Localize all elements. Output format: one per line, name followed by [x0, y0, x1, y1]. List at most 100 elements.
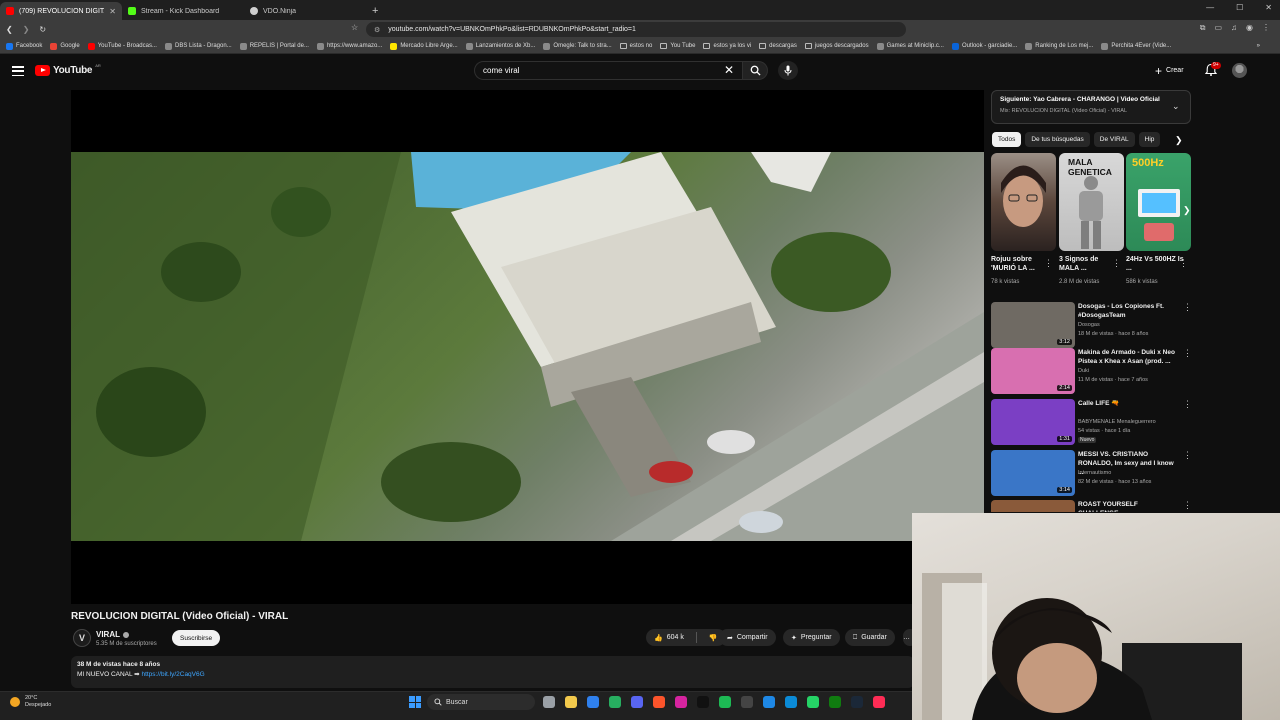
hamburger-menu-icon[interactable] [12, 66, 24, 76]
profile-icon[interactable]: ◉ [1246, 23, 1253, 33]
steam-icon[interactable] [851, 696, 863, 708]
voice-search-button[interactable] [778, 61, 798, 80]
short-thumbnail[interactable]: 500Hz [1126, 153, 1191, 251]
chevron-down-icon[interactable]: ⌄ [1172, 101, 1180, 112]
clear-search-icon[interactable]: ✕ [724, 63, 734, 77]
video-title[interactable]: Calle LIFE 🔫 [1078, 399, 1178, 408]
bookmark-item[interactable]: Ranking de Los mej... [1025, 42, 1093, 50]
recommended-video[interactable]: 1:31 Calle LIFE 🔫 BABYMENALE Menaleguerrer… [991, 399, 1191, 445]
maximize-icon[interactable]: ☐ [1236, 3, 1243, 12]
photos-icon[interactable] [763, 696, 775, 708]
bookmark-item[interactable]: YouTube - Broadcas... [87, 42, 157, 50]
discord-icon[interactable] [631, 696, 643, 708]
forward-icon[interactable]: ❯ [23, 25, 30, 34]
tab-youtube[interactable]: (709) REVOLUCION DIGITAL (Vid ✕ [0, 2, 122, 20]
sidebar-icon[interactable]: ▭ [1214, 23, 1222, 33]
up-next-panel[interactable]: Siguiente: Yao Cabrera - CHARANGO | Vide… [991, 90, 1191, 124]
more-options-icon[interactable]: ⋮ [1183, 302, 1191, 313]
new-tab-button[interactable]: + [372, 2, 378, 20]
bookmark-item[interactable]: Facebook [6, 42, 42, 50]
close-window-icon[interactable]: ✕ [1265, 3, 1272, 12]
video-thumbnail[interactable]: 2:14 [991, 348, 1075, 394]
search-button[interactable] [742, 61, 768, 80]
tiktok-icon[interactable] [697, 696, 709, 708]
bookmark-item[interactable]: Outlook - garciadie... [951, 42, 1017, 50]
bookmark-folder[interactable]: juegos descargados [804, 43, 869, 49]
address-bar[interactable]: ⚙ youtube.com/watch?v=UBNKOmPhkPo&list=R… [366, 22, 906, 37]
edge-icon[interactable] [785, 696, 797, 708]
search-input[interactable]: come viral [474, 61, 742, 80]
bookmark-star-icon[interactable]: ☆ [351, 23, 358, 32]
more-options-icon[interactable]: ⋮ [1183, 399, 1191, 410]
video-channel[interactable]: Internautismo [1078, 470, 1111, 476]
close-tab-icon[interactable]: ✕ [109, 7, 116, 16]
chip-de-tus-busquedas[interactable]: De tus búsquedas [1025, 132, 1090, 147]
bookmark-folder[interactable]: descargas [759, 43, 797, 49]
video-thumbnail[interactable]: 1:31 [991, 399, 1075, 445]
more-options-icon[interactable]: ⋮ [1044, 258, 1053, 269]
more-options-icon[interactable]: ⋮ [1112, 258, 1121, 269]
tab-vdo-ninja[interactable]: VDO.Ninja [244, 2, 366, 20]
bookmark-item[interactable]: Google [50, 42, 80, 50]
spotify-icon[interactable] [719, 696, 731, 708]
file-explorer-icon[interactable] [565, 696, 577, 708]
video-channel[interactable]: BABYMENALE Menaleguerrero [1078, 419, 1156, 425]
description-box[interactable]: 38 M de vistas hace 8 años MI NUEVO CANA… [71, 656, 914, 688]
bookmark-item[interactable]: Lanzamientos de Xb... [465, 42, 535, 50]
create-button[interactable]: + Crear [1155, 63, 1184, 78]
bookmark-item[interactable]: https://www.amazo... [316, 42, 382, 50]
short-title[interactable]: Rojuu sobre 'MURIÓ LA ... [991, 255, 1049, 273]
video-title[interactable]: Makina de Armado - Duki x Neo Pistea x K… [1078, 348, 1178, 366]
media-icon[interactable]: ♫ [1231, 23, 1237, 33]
video-thumbnail[interactable] [991, 500, 1075, 512]
windows-start-icon[interactable] [409, 696, 421, 708]
description-link[interactable]: https://bit.ly/2CaqV6G [141, 671, 204, 678]
obs-icon[interactable] [741, 696, 753, 708]
video-channel[interactable]: Duki [1078, 368, 1089, 374]
bookmark-folder[interactable]: estos ya los vi [703, 43, 751, 49]
more-options-icon[interactable]: ⋮ [1183, 450, 1191, 461]
short-title[interactable]: 24Hz Vs 500HZ Is ... [1126, 255, 1184, 273]
weather-widget[interactable]: 20°C Despejado [10, 695, 51, 709]
bookmark-item[interactable]: DBS Lista - Dragon... [164, 42, 232, 50]
store-icon[interactable] [587, 696, 599, 708]
video-thumbnail[interactable]: 3:14 [991, 450, 1075, 496]
recommended-video[interactable]: 3:14 MESSI VS. CRISTIANO RONALDO, Im sexy… [991, 450, 1191, 496]
subscribe-button[interactable]: Suscribirse [172, 630, 221, 646]
chip-hip[interactable]: Hip [1138, 132, 1161, 147]
channel-avatar[interactable]: V [73, 629, 91, 647]
site-info-icon[interactable]: ⚙ [374, 26, 380, 34]
save-button[interactable]: ⎕ Guardar [845, 629, 895, 646]
share-button[interactable]: ➦ Compartir [719, 629, 776, 646]
whatsapp-icon[interactable] [807, 696, 819, 708]
chevron-right-icon[interactable]: ❯ [1175, 135, 1183, 146]
video-thumbnail[interactable]: 3:12 [991, 302, 1075, 348]
video-title[interactable]: Dosogas - Los Copiones Ft. #DosogasTeam [1078, 302, 1178, 320]
menu-icon[interactable]: ⋮ [1262, 23, 1270, 33]
account-avatar[interactable] [1232, 63, 1247, 78]
recommended-video[interactable]: 2:14 Makina de Armado - Duki x Neo Pistea… [991, 348, 1191, 394]
taskbar-search[interactable]: Buscar [427, 694, 535, 710]
like-button[interactable]: 👍 604 k [646, 629, 692, 646]
extension-icon[interactable]: ⧉ [1200, 23, 1206, 33]
chevron-right-icon[interactable]: ❯ [1183, 205, 1191, 216]
brave-icon[interactable] [653, 696, 665, 708]
recommended-video[interactable]: ROAST YOURSELF CHALLENGE ⋮ [991, 500, 1191, 512]
task-view-icon[interactable] [543, 696, 555, 708]
short-thumbnail[interactable]: MALA GENETICA [1059, 153, 1124, 251]
more-bookmarks-icon[interactable]: » [1257, 43, 1280, 49]
minimize-icon[interactable]: — [1206, 3, 1214, 12]
short-title[interactable]: 3 Signos de MALA ... [1059, 255, 1117, 273]
more-options-icon[interactable]: ⋮ [1179, 258, 1188, 269]
bookmark-item[interactable]: REPELIS | Portal de... [239, 42, 309, 50]
xbox-app-icon[interactable] [829, 696, 841, 708]
reload-icon[interactable]: ↻ [39, 25, 46, 34]
xbox-icon[interactable] [609, 696, 621, 708]
short-thumbnail[interactable] [991, 153, 1056, 251]
bookmark-item[interactable]: Mercado Libre Arge... [390, 42, 458, 50]
bookmark-folder[interactable]: You Tube [660, 43, 695, 49]
bookmark-item[interactable]: Perchita 4Ever (Vide... [1101, 42, 1171, 50]
channel-name[interactable]: VIRAL [96, 630, 129, 639]
chip-todos[interactable]: Todos [992, 132, 1022, 147]
tab-kick[interactable]: Stream - Kick Dashboard [122, 2, 244, 20]
